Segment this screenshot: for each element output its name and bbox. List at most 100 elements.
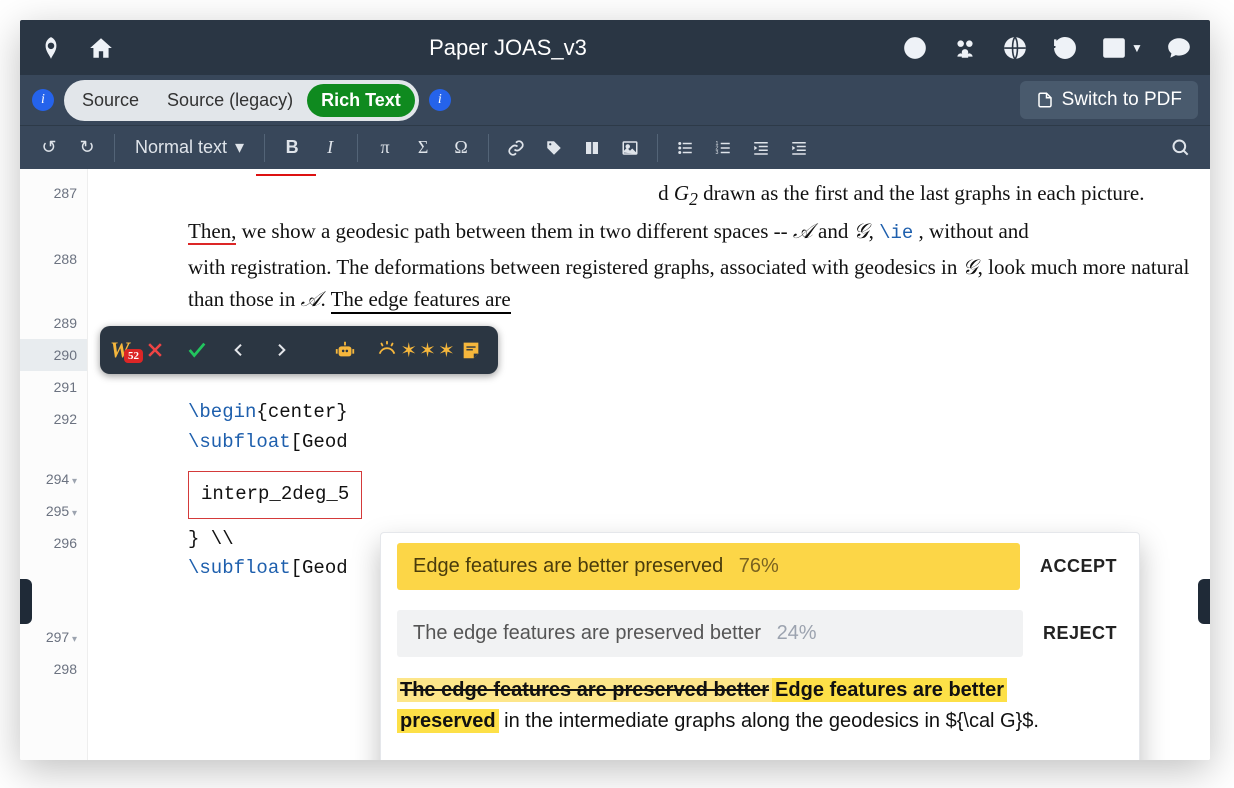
issue-count-badge: 52 [124, 349, 143, 363]
logo-icon[interactable] [28, 25, 74, 71]
diff-context: in the intermediate graphs along the geo… [499, 710, 1039, 732]
editor-mode-pills: Source Source (legacy) Rich Text [64, 80, 419, 121]
latex-command: \subfloat [188, 431, 291, 453]
text: d [658, 181, 674, 205]
right-panel-toggle[interactable] [1198, 579, 1210, 624]
math-symbol: 𝒜 [301, 287, 321, 311]
robot-icon[interactable] [328, 333, 362, 367]
spellcheck-error[interactable]: The edge features are [331, 287, 511, 314]
public-icon[interactable] [992, 25, 1038, 71]
paraphrase-icon[interactable] [370, 333, 404, 367]
left-panel-toggle[interactable] [20, 579, 32, 624]
indent-button[interactable] [782, 131, 816, 165]
style-select[interactable]: Normal text ▾ [125, 137, 254, 158]
svg-text:3: 3 [716, 150, 719, 156]
info-icon[interactable]: i [32, 89, 54, 111]
italic-button[interactable]: I [313, 131, 347, 165]
text: we show a geodesic path between them in … [236, 219, 793, 243]
search-button[interactable] [1164, 131, 1198, 165]
line-number: 295 [20, 495, 87, 527]
line-number: 292 [20, 403, 87, 435]
math-symbol: 𝒜 [793, 219, 813, 243]
note-icon[interactable] [454, 333, 488, 367]
suggestion-text: Edge features are better preserved [413, 555, 723, 577]
pi-button[interactable]: π [368, 131, 402, 165]
image-button[interactable] [613, 131, 647, 165]
redo-button[interactable]: ↻ [70, 131, 104, 165]
undo-button[interactable]: ↺ [32, 131, 66, 165]
line-gutter: 287 288 289 290 291 292 294 295 296 297 … [20, 169, 88, 760]
text: . [320, 287, 330, 311]
sigma-button[interactable]: Σ [406, 131, 440, 165]
app-header: Paper JOAS_v3 Ab ▼ [20, 20, 1210, 75]
link-button[interactable] [499, 131, 533, 165]
chevron-down-icon: ▾ [235, 137, 244, 158]
diff-removed: The edge features are preserved better [397, 678, 772, 702]
diff-added: preserved [397, 709, 499, 733]
chevron-down-icon: ▼ [1131, 41, 1143, 55]
history-icon[interactable] [1042, 25, 1088, 71]
editor-toolbar: ↺ ↻ Normal text ▾ B I π Σ Ω 123 [20, 125, 1210, 169]
math-subscript: 2 [689, 189, 698, 209]
bullet-list-button[interactable] [668, 131, 702, 165]
accept-icon[interactable] [180, 333, 214, 367]
bold-button[interactable]: B [275, 131, 309, 165]
more-icon[interactable]: ✶✶✶ [412, 333, 446, 367]
suggestion-primary[interactable]: Edge features are better preserved 76% [397, 543, 1020, 590]
reject-icon[interactable] [138, 333, 172, 367]
line-number: 291 [20, 371, 87, 403]
latex-command: \begin [188, 401, 256, 423]
tab-source-legacy[interactable]: Source (legacy) [153, 84, 307, 117]
latex-command: \subfloat [188, 557, 291, 579]
writefull-badge[interactable]: W52 [110, 337, 130, 363]
line-number: 289 [20, 307, 87, 339]
text: drawn as the first and the last graphs i… [698, 181, 1145, 205]
line-number: 288 [20, 243, 87, 275]
text: with registration. The deformations betw… [188, 255, 963, 279]
suggestion-secondary[interactable]: The edge features are preserved better 2… [397, 610, 1023, 657]
line-number: 294 [20, 463, 87, 495]
switch-to-pdf-label: Switch to PDF [1062, 89, 1182, 111]
tab-rich-text[interactable]: Rich Text [307, 84, 415, 117]
error-box[interactable]: interp_2deg_5 [188, 471, 362, 518]
line-number: 287 [20, 177, 87, 209]
mode-tabbar: i Source Source (legacy) Rich Text i Swi… [20, 75, 1210, 125]
editor-body: 287 288 289 290 291 292 294 295 296 297 … [20, 169, 1210, 760]
spellcheck-error[interactable]: Then, [188, 219, 236, 245]
suggestion-confidence: 76% [739, 555, 779, 577]
accept-button[interactable]: ACCEPT [1040, 556, 1123, 577]
share-icon[interactable] [942, 25, 988, 71]
text: , [869, 219, 880, 243]
math-symbol: 𝒢 [854, 219, 869, 243]
prev-icon[interactable] [222, 333, 256, 367]
line-number: 290 [20, 339, 87, 371]
layout-icon[interactable]: ▼ [1092, 25, 1152, 71]
outdent-button[interactable] [744, 131, 778, 165]
line-number: 297 [20, 621, 87, 653]
error-underline [256, 174, 316, 176]
chat-icon[interactable] [1156, 25, 1202, 71]
math-symbol: G [674, 181, 689, 205]
app-window: Paper JOAS_v3 Ab ▼ i [20, 20, 1210, 760]
next-icon[interactable] [264, 333, 298, 367]
switch-to-pdf-button[interactable]: Switch to PDF [1020, 81, 1198, 119]
suggestion-popup: Edge features are better preserved 76% A… [380, 532, 1140, 760]
diff-added: Edge features are better [772, 678, 1007, 702]
reject-button[interactable]: REJECT [1043, 623, 1123, 644]
text: interp_2deg_5 [201, 483, 349, 505]
numbered-list-button[interactable]: 123 [706, 131, 740, 165]
tag-button[interactable] [537, 131, 571, 165]
latex-command: \ie [879, 222, 913, 244]
info-icon[interactable]: i [429, 89, 451, 111]
book-button[interactable] [575, 131, 609, 165]
text: and [813, 219, 854, 243]
math-symbol: 𝒢 [963, 255, 978, 279]
tab-source[interactable]: Source [68, 84, 153, 117]
spellcheck-toolbar: W52 ✶✶✶ [100, 326, 498, 374]
document-title: Paper JOAS_v3 [124, 35, 892, 61]
home-icon[interactable] [78, 25, 124, 71]
line-number: 296 [20, 527, 87, 559]
text: , without and [913, 219, 1029, 243]
track-changes-icon[interactable]: Ab [892, 25, 938, 71]
omega-button[interactable]: Ω [444, 131, 478, 165]
